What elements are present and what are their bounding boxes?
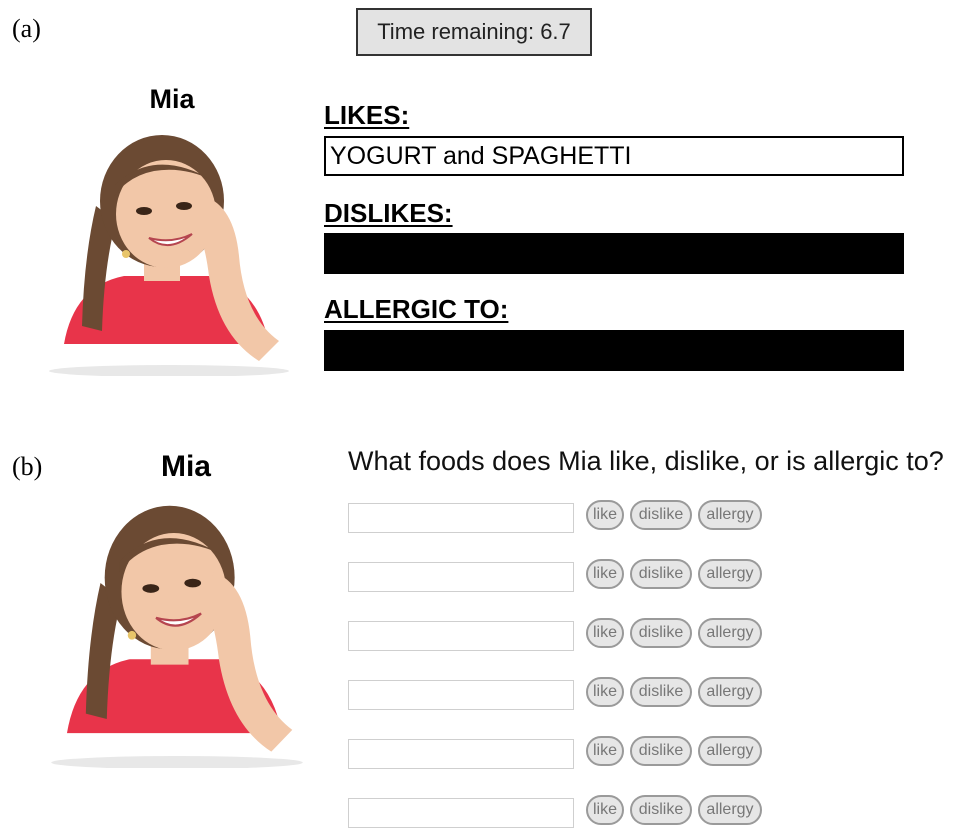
food-input[interactable] <box>348 739 574 769</box>
dislikes-redacted-box <box>324 233 904 274</box>
dislike-button[interactable]: dislike <box>630 500 692 530</box>
likes-value-box: YOGURT and SPAGHETTI <box>324 136 904 176</box>
food-row: like dislike allergy <box>348 618 768 652</box>
allergy-button[interactable]: allergy <box>698 618 762 648</box>
food-input[interactable] <box>348 562 574 592</box>
allergic-heading: ALLERGIC TO: <box>324 294 509 324</box>
dislike-button[interactable]: dislike <box>630 795 692 825</box>
panel-b-label: (b) <box>12 452 43 481</box>
like-button[interactable]: like <box>586 618 624 648</box>
like-button[interactable]: like <box>586 736 624 766</box>
child-portrait-a <box>49 135 289 376</box>
child-portrait-b <box>51 505 303 768</box>
question-text: What foods does Mia like, dislike, or is… <box>348 446 944 476</box>
dislike-button[interactable]: dislike <box>630 736 692 766</box>
allergy-button[interactable]: allergy <box>698 677 762 707</box>
food-row: like dislike allergy <box>348 795 768 829</box>
time-remaining-display: Time remaining: 6.7 <box>356 8 592 56</box>
like-button[interactable]: like <box>586 500 624 530</box>
allergy-button[interactable]: allergy <box>698 500 762 530</box>
panel-a-label: (a) <box>12 14 41 43</box>
dislike-button[interactable]: dislike <box>630 677 692 707</box>
food-row: like dislike allergy <box>348 500 768 534</box>
child-name-b: Mia <box>160 450 211 483</box>
food-input[interactable] <box>348 621 574 651</box>
dislikes-heading: DISLIKES: <box>324 198 453 228</box>
allergy-button[interactable]: allergy <box>698 736 762 766</box>
like-button[interactable]: like <box>586 559 624 589</box>
child-name-a: Mia <box>149 84 195 114</box>
food-row: like dislike allergy <box>348 559 768 593</box>
like-button[interactable]: like <box>586 677 624 707</box>
food-input[interactable] <box>348 798 574 828</box>
food-row: like dislike allergy <box>348 736 768 770</box>
likes-heading: LIKES: <box>324 100 410 130</box>
dislike-button[interactable]: dislike <box>630 559 692 589</box>
food-input[interactable] <box>348 680 574 710</box>
dislike-button[interactable]: dislike <box>630 618 692 648</box>
food-row: like dislike allergy <box>348 677 768 711</box>
allergy-button[interactable]: allergy <box>698 559 762 589</box>
food-input[interactable] <box>348 503 574 533</box>
allergy-button[interactable]: allergy <box>698 795 762 825</box>
like-button[interactable]: like <box>586 795 624 825</box>
allergic-redacted-box <box>324 330 904 371</box>
